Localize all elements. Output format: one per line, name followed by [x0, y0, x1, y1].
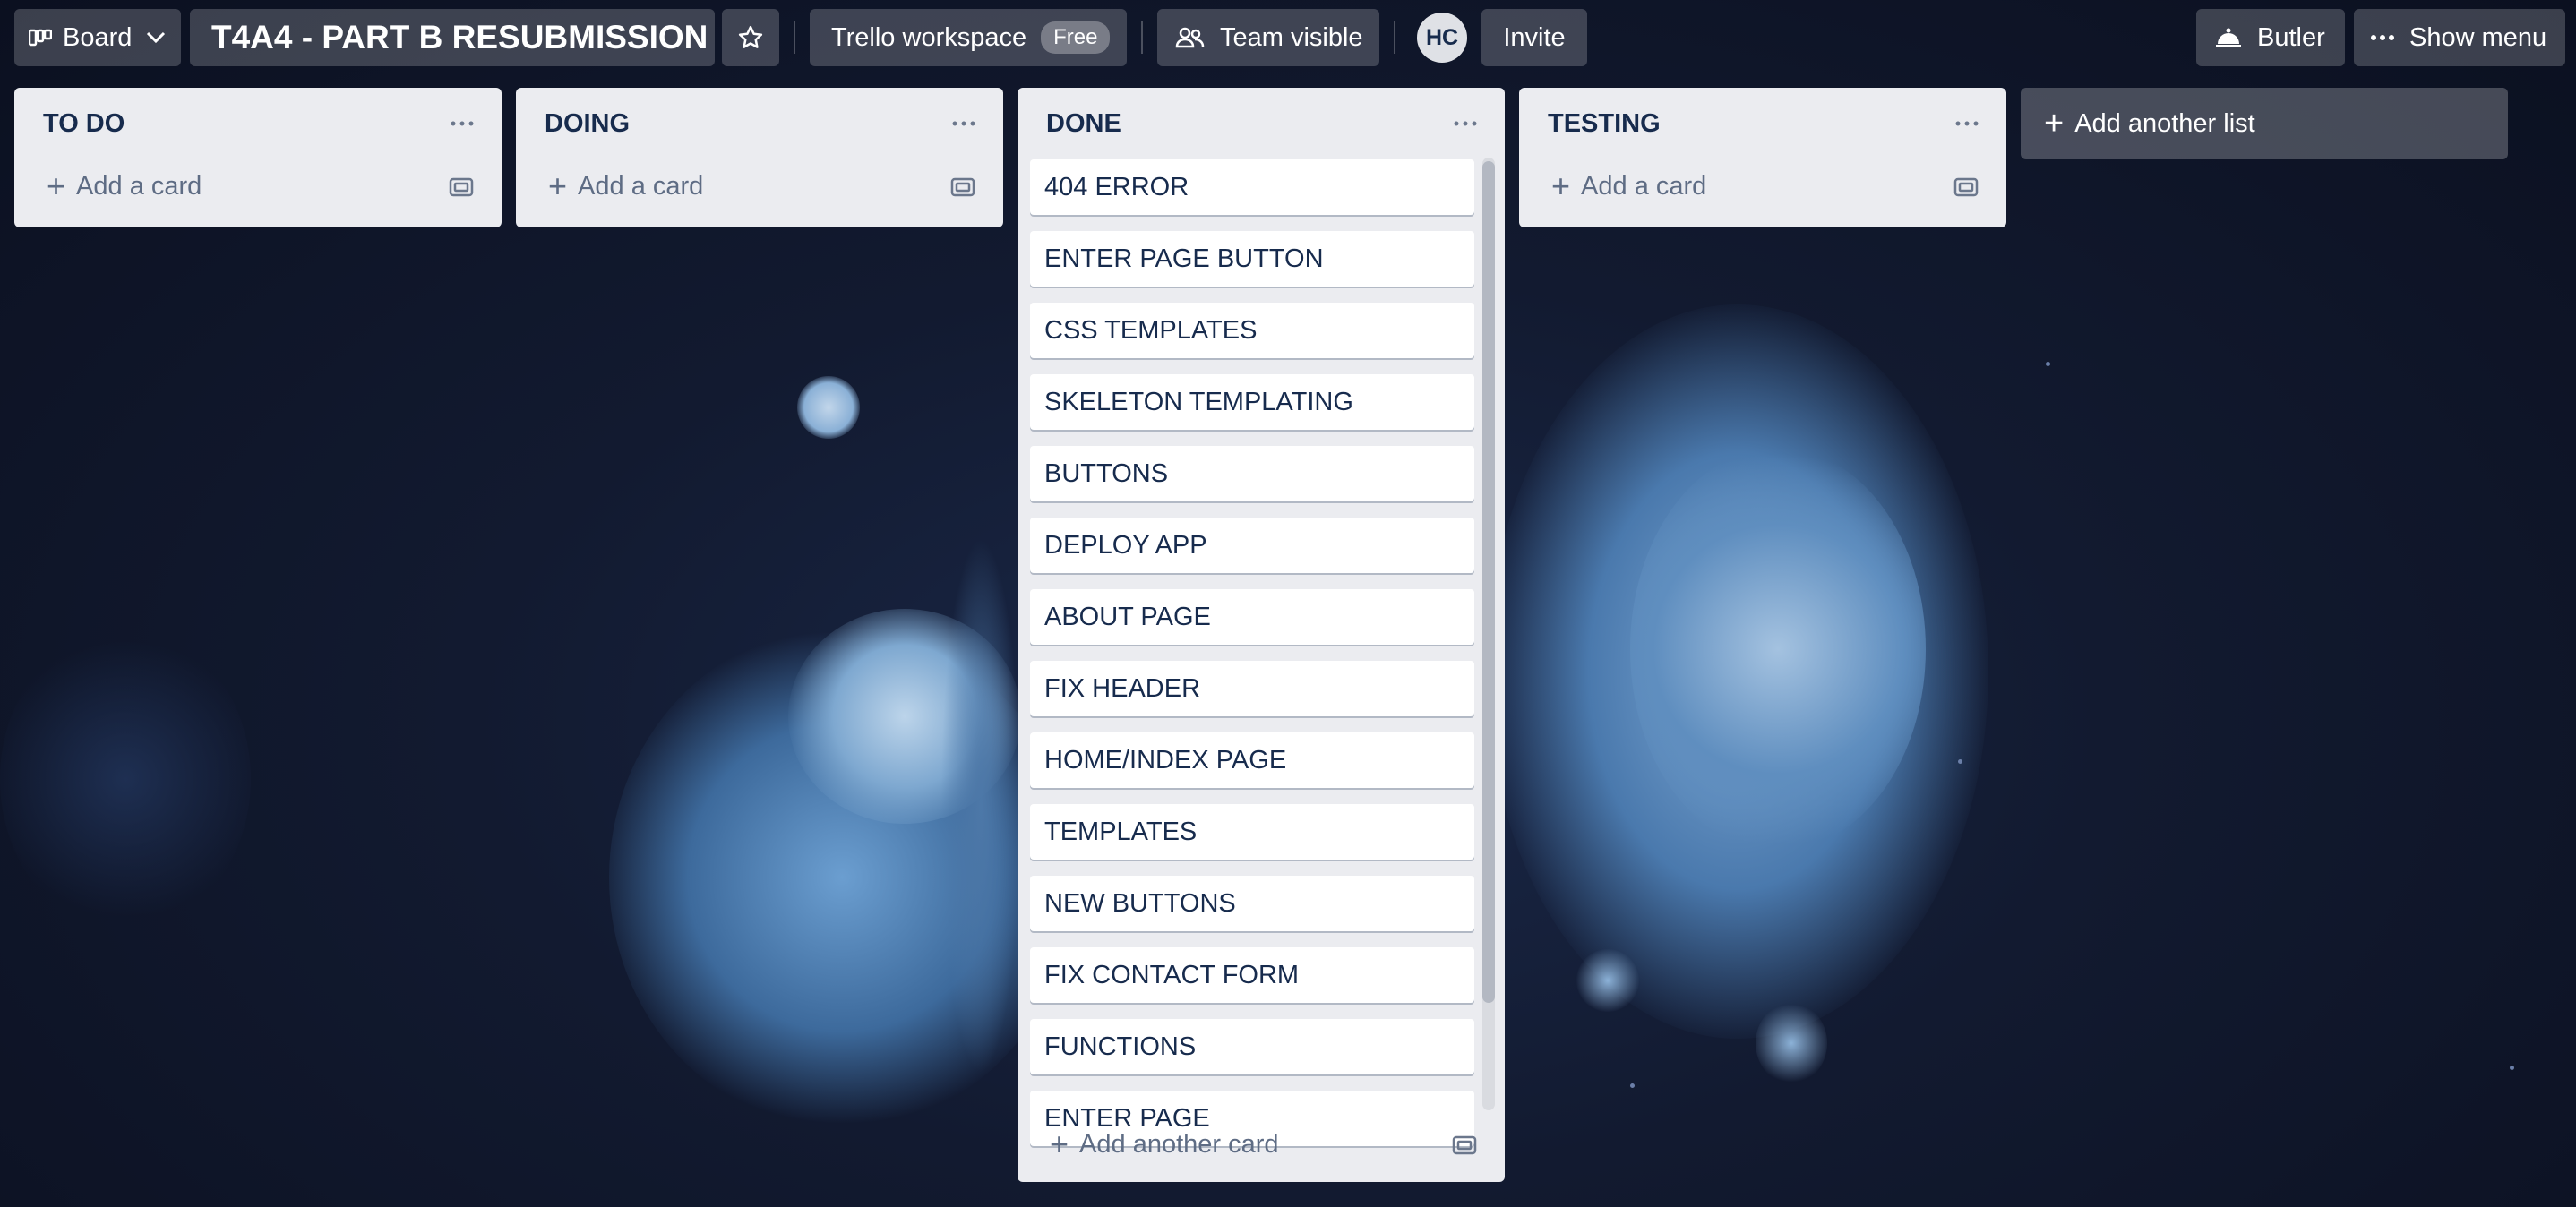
list-title[interactable]: TESTING [1548, 109, 1661, 139]
list-scrollbar-thumb[interactable] [1482, 161, 1495, 1003]
add-card-button[interactable]: + Add a card [548, 170, 703, 202]
card[interactable]: ENTER PAGE BUTTON [1030, 231, 1474, 287]
more-icon[interactable] [948, 107, 980, 140]
board-switcher-label: Board [63, 22, 133, 52]
invite-button[interactable]: Invite [1481, 9, 1587, 66]
show-menu-button[interactable]: Show menu [2354, 9, 2565, 66]
add-card-label: Add another card [1079, 1129, 1279, 1159]
invite-label: Invite [1503, 22, 1566, 52]
butler-label: Butler [2257, 22, 2325, 52]
more-icon [2371, 35, 2394, 40]
team-icon [1175, 27, 1205, 48]
card-template-icon[interactable] [949, 174, 976, 201]
header-divider [794, 21, 795, 54]
list-title[interactable]: DOING [545, 109, 630, 139]
list-testing: TESTING + Add a card [1519, 88, 2006, 227]
card-template-icon[interactable] [1451, 1132, 1478, 1159]
add-card-label: Add a card [578, 171, 704, 201]
list-done: DONE 404 ERROR ENTER PAGE BUTTON CSS TEMPL… [1018, 88, 1505, 1182]
add-card-label: Add a card [76, 171, 202, 201]
board-title-text: T4A4 - PART B RESUBMISSION [211, 19, 708, 56]
plus-icon: + [548, 167, 568, 204]
board-header: Board T4A4 - PART B RESUBMISSION Trello … [0, 0, 2576, 73]
card[interactable]: TEMPLATES [1030, 804, 1474, 860]
star-icon [738, 25, 763, 48]
card[interactable]: CSS TEMPLATES [1030, 303, 1474, 358]
visibility-button[interactable]: Team visible [1157, 9, 1379, 66]
card-template-icon[interactable] [1953, 174, 1979, 201]
card-list: 404 ERROR ENTER PAGE BUTTON CSS TEMPLATES S… [1030, 159, 1485, 1203]
add-list-label: Add another list [2074, 108, 2255, 138]
board-switcher-button[interactable]: Board [14, 9, 181, 66]
plus-icon: + [2044, 105, 2065, 142]
header-divider [1394, 21, 1395, 54]
card-template-icon[interactable] [448, 174, 475, 201]
more-icon[interactable] [446, 107, 478, 140]
add-list-button[interactable]: + Add another list [2021, 88, 2508, 159]
show-menu-label: Show menu [2409, 22, 2547, 52]
add-card-button[interactable]: + Add a card [47, 170, 202, 202]
card[interactable]: DEPLOY APP [1030, 518, 1474, 573]
chevron-down-icon [147, 31, 166, 44]
workspace-button[interactable]: Trello workspace Free [810, 9, 1127, 66]
add-card-button[interactable]: + Add a card [1551, 170, 1706, 202]
card[interactable]: HOME/INDEX PAGE [1030, 732, 1474, 788]
card[interactable]: NEW BUTTONS [1030, 876, 1474, 931]
header-divider [1141, 21, 1143, 54]
star-button[interactable] [722, 9, 779, 66]
workspace-plan-badge: Free [1041, 21, 1111, 54]
list-to-do: TO DO + Add a card [14, 88, 502, 227]
add-card-button[interactable]: + Add another card [1050, 1128, 1279, 1160]
list-title[interactable]: TO DO [43, 109, 125, 139]
member-avatar[interactable]: HC [1417, 13, 1467, 63]
list-title[interactable]: DONE [1046, 109, 1121, 139]
workspace-label: Trello workspace [831, 22, 1027, 52]
card[interactable]: FUNCTIONS [1030, 1019, 1474, 1074]
card[interactable]: BUTTONS [1030, 446, 1474, 501]
card[interactable]: FIX CONTACT FORM [1030, 947, 1474, 1003]
avatar-initials: HC [1425, 24, 1459, 50]
plus-icon: + [47, 167, 66, 204]
card[interactable]: FIX HEADER [1030, 661, 1474, 716]
list-doing: DOING + Add a card [516, 88, 1003, 227]
visibility-label: Team visible [1220, 22, 1363, 52]
card[interactable]: SKELETON TEMPLATING [1030, 374, 1474, 430]
more-icon[interactable] [1449, 107, 1481, 140]
card[interactable]: 404 ERROR [1030, 159, 1474, 215]
butler-button[interactable]: Butler [2196, 9, 2345, 66]
list-scrollbar[interactable] [1482, 158, 1495, 1110]
plus-icon: + [1551, 167, 1571, 204]
bell-icon [2216, 28, 2241, 47]
add-card-label: Add a card [1581, 171, 1707, 201]
board-title[interactable]: T4A4 - PART B RESUBMISSION [190, 9, 715, 66]
plus-icon: + [1050, 1126, 1069, 1162]
board-icon [29, 29, 52, 47]
more-icon[interactable] [1951, 107, 1983, 140]
card[interactable]: ABOUT PAGE [1030, 589, 1474, 645]
